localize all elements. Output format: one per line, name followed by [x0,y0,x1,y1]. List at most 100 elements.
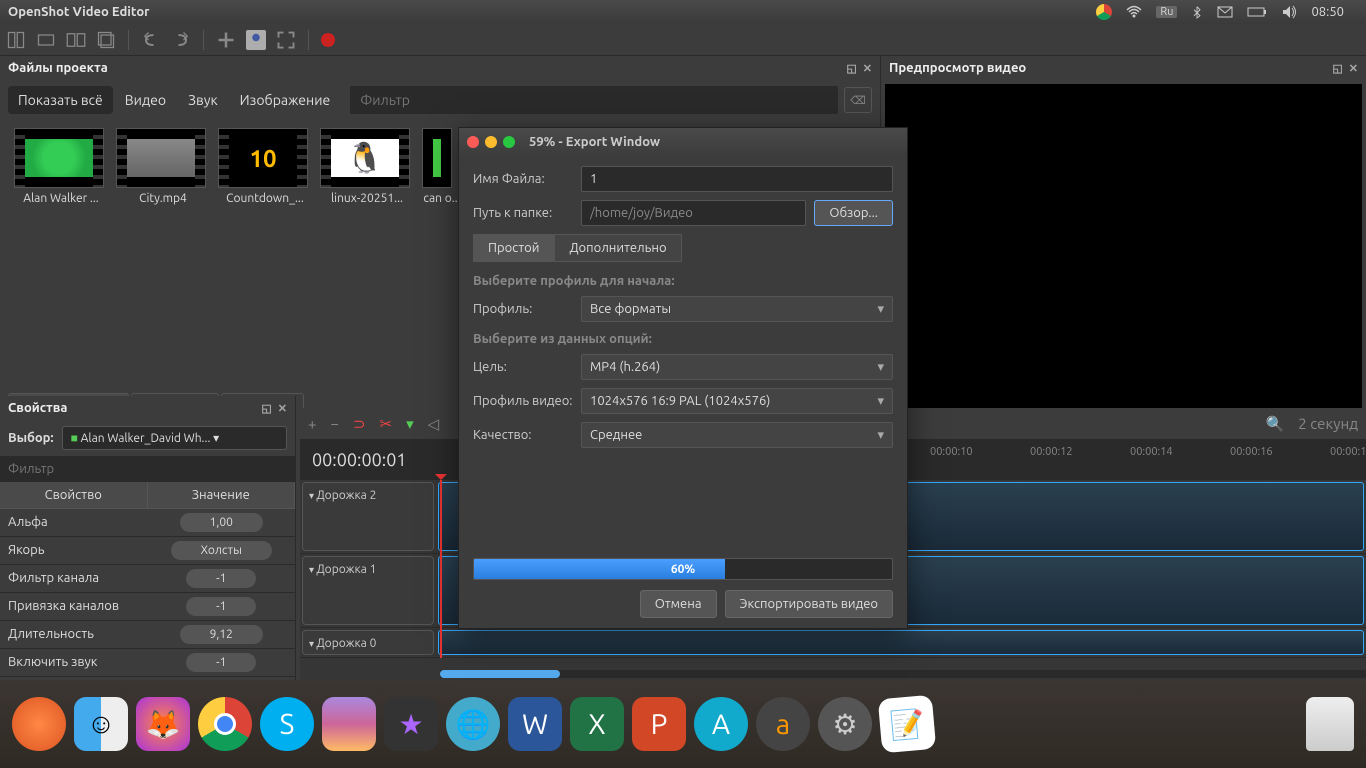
dock-appstore[interactable]: A [694,697,748,751]
playhead[interactable] [440,480,442,658]
undo-icon[interactable] [141,30,161,50]
quality-select[interactable]: Среднее [581,422,893,448]
tool-1[interactable] [6,30,26,50]
track-header[interactable]: Дорожка 0 [302,630,434,655]
zoom-label: 2 секунд [1298,415,1358,432]
dock-word[interactable]: W [508,697,562,751]
path-input[interactable] [581,200,806,226]
dock-ubuntu[interactable] [12,697,66,751]
maximize-icon[interactable] [503,136,515,148]
chrome-icon[interactable] [1096,4,1112,20]
dock-browser[interactable]: 🌐 [446,697,500,751]
battery-icon[interactable] [1247,7,1267,17]
file-item[interactable]: 🐧linux-20251... [320,128,414,205]
dock-powerpoint[interactable]: P [632,697,686,751]
cut-icon[interactable]: ✂ [380,415,393,433]
preview-panel-header: Предпросмотр видео ◱✕ [881,56,1366,80]
props-filter-input[interactable] [0,456,295,482]
file-item[interactable]: Alan Walker ... [14,128,108,205]
prop-value[interactable]: Холсты [171,541,272,560]
video-profile-select[interactable]: 1024x576 16:9 PAL (1024x576) [581,388,893,414]
selection-label: Выбор: [8,431,54,445]
mail-icon[interactable] [1217,6,1233,18]
dialog-titlebar[interactable]: 59% - Export Window [459,128,907,156]
prop-value[interactable]: 9,12 [180,625,263,644]
export-button[interactable]: Экспортировать видео [725,590,893,618]
marker-icon[interactable]: ▾ [406,415,414,433]
tab-video[interactable]: Видео [115,86,176,114]
track-header[interactable]: Дорожка 2 [302,482,434,551]
tab-image[interactable]: Изображение [230,86,341,114]
dock-finder[interactable]: ☺ [74,697,128,751]
dock-photos[interactable] [322,697,376,751]
prop-value[interactable]: -1 [186,653,256,672]
undock-icon[interactable]: ◱ [846,62,856,75]
prop-name: Фильтр канала [0,565,148,592]
close-panel-icon[interactable]: ✕ [1349,62,1358,75]
filename-input[interactable] [581,166,893,192]
bluetooth-icon[interactable] [1191,4,1203,20]
dock-amazon[interactable]: a [756,697,810,751]
export-dialog: 59% - Export Window Имя Файла: Путь к па… [458,127,908,629]
magnet-icon[interactable]: ⊃ [353,415,366,433]
tool-2[interactable] [36,30,56,50]
system-menubar: OpenShot Video Editor Ru 08:50 [0,0,1366,24]
prop-value[interactable]: 1,00 [180,513,263,532]
app-title: OpenShot Video Editor [8,5,150,19]
track-header[interactable]: Дорожка 1 [302,556,434,625]
keyboard-layout[interactable]: Ru [1156,6,1177,18]
undock-icon[interactable]: ◱ [1332,62,1342,75]
fullscreen-icon[interactable] [276,30,296,50]
selection-dropdown[interactable]: Alan Walker_David Wh... ▾ [62,426,287,450]
prop-name: Длительность [0,621,148,648]
close-panel-icon[interactable]: ✕ [278,402,287,415]
profile-select[interactable]: Все форматы [581,296,893,322]
timeline-scrollbar[interactable] [440,670,560,678]
file-item[interactable]: City.mp4 [116,128,210,205]
current-time: 00:00:00:01 [312,450,407,470]
redo-icon[interactable] [171,30,191,50]
tl-remove-icon[interactable]: − [330,415,338,432]
dock-trash[interactable] [1306,697,1354,751]
dock-notes[interactable]: 📝 [878,695,937,754]
clear-filter-button[interactable]: ⌫ [844,87,872,113]
dock-chrome[interactable] [198,697,252,751]
tab-audio[interactable]: Звук [178,86,228,114]
tab-advanced[interactable]: Дополнительно [554,234,681,262]
files-filter-input[interactable] [350,86,838,114]
target-select[interactable]: MP4 (h.264) [581,354,893,380]
wifi-icon[interactable] [1126,4,1142,20]
cancel-button[interactable]: Отмена [640,590,717,618]
prev-marker-icon[interactable]: ◁ [428,415,440,433]
file-item[interactable]: can o... [422,128,462,205]
tool-3[interactable] [66,30,86,50]
prop-name: Включить звук [0,649,148,676]
prop-value[interactable]: -1 [186,597,256,616]
zoom-out-icon[interactable]: 🔍 [1266,415,1285,433]
props-panel-header: Свойства ◱✕ [0,396,295,420]
prop-value[interactable]: -1 [186,569,256,588]
browse-button[interactable]: Обзор... [814,200,893,226]
track-lane[interactable] [438,630,1364,655]
clock[interactable]: 08:50 [1311,5,1344,19]
tool-4[interactable] [96,30,116,50]
minimize-icon[interactable] [485,136,497,148]
tab-show-all[interactable]: Показать всё [8,86,113,114]
tl-add-icon[interactable]: + [308,415,316,432]
record-icon[interactable] [321,33,335,47]
volume-icon[interactable] [1281,4,1297,20]
dock-imovie[interactable]: ★ [384,697,438,751]
prop-name: Привязка каналов [0,593,148,620]
file-item[interactable]: 10Countdown_... [218,128,312,205]
add-icon[interactable] [216,30,236,50]
dock-firefox[interactable]: 🦊 [136,697,190,751]
dock-excel[interactable]: X [570,697,624,751]
dock: ☺ 🦊 S ★ 🌐 W X P A a ⚙ 📝 [0,680,1366,768]
dock-settings[interactable]: ⚙ [818,697,872,751]
undock-icon[interactable]: ◱ [261,402,271,415]
dock-skype[interactable]: S [260,697,314,751]
tab-simple[interactable]: Простой [473,234,554,262]
close-panel-icon[interactable]: ✕ [863,62,872,75]
file-icon[interactable] [246,30,266,50]
close-icon[interactable] [467,136,479,148]
